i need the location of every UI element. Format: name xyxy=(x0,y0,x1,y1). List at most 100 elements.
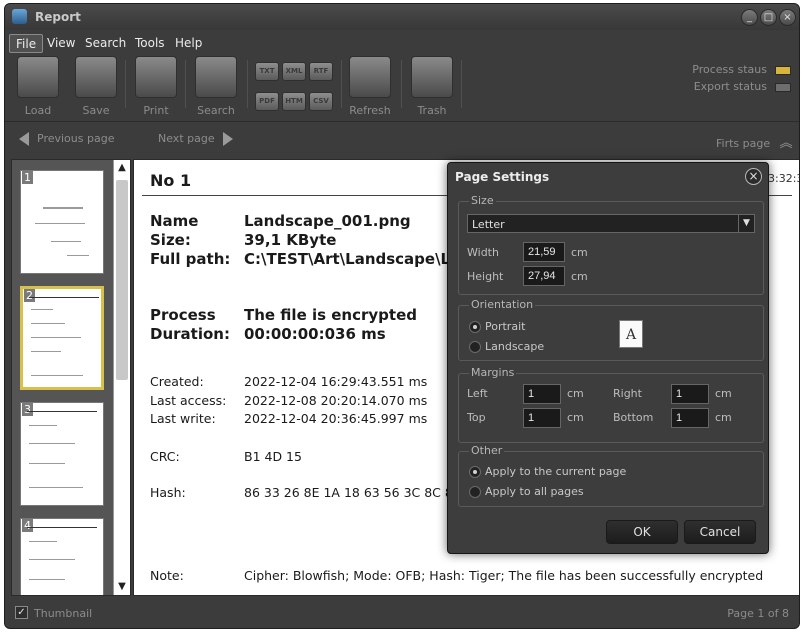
other-group: Other Apply to the current page Apply to… xyxy=(458,444,764,507)
scroll-up-icon[interactable]: ▲ xyxy=(114,160,130,176)
landscape-label[interactable]: Landscape xyxy=(485,340,544,353)
apply-current-page-radio[interactable] xyxy=(469,466,481,478)
dialog-title: Page Settings xyxy=(455,170,550,184)
report-header-time: 3:32:3 xyxy=(768,172,800,185)
thumbnail-number: 1 xyxy=(22,171,33,184)
menu-help[interactable]: Help xyxy=(169,34,208,53)
chevron-down-icon[interactable]: ▼ xyxy=(738,215,754,232)
thumbnail-checkbox[interactable]: ✓ xyxy=(15,606,28,619)
margins-legend: Margins xyxy=(469,366,517,379)
height-unit: cm xyxy=(571,270,588,283)
print-button[interactable]: Print xyxy=(133,56,179,118)
export-status-label: Export status xyxy=(693,80,767,93)
thumbnail-text-line xyxy=(29,487,83,488)
page-indicator: Page 1 of 8 xyxy=(727,607,789,620)
apply-current-page-label[interactable]: Apply to the current page xyxy=(485,465,626,478)
paper-size-select[interactable]: Letter ▼ xyxy=(467,214,755,233)
trash-button[interactable]: Trash xyxy=(409,56,455,118)
created-value: 2022-12-04 16:29:43.551 ms xyxy=(244,374,428,389)
hash-value: 86 33 26 8E 1A 18 63 56 3C 8C 82 xyxy=(244,485,461,500)
menu-tools[interactable]: Tools xyxy=(129,34,171,53)
arrow-right-icon xyxy=(222,132,233,146)
export-csv-button[interactable]: CSV xyxy=(309,92,333,111)
apply-all-pages-radio[interactable] xyxy=(469,486,481,498)
last-write-value: 2022-12-04 20:36:45.997 ms xyxy=(244,411,428,426)
previous-page-button[interactable]: Previous page xyxy=(19,132,114,146)
save-label: Save xyxy=(82,104,110,117)
thumbnail-page[interactable]: 3 xyxy=(20,402,104,506)
height-input[interactable] xyxy=(523,266,565,286)
created-label: Created: xyxy=(150,374,204,389)
menu-view[interactable]: View xyxy=(41,34,81,53)
margin-left-input[interactable] xyxy=(523,384,561,404)
thumbnail-page[interactable]: 4 xyxy=(20,518,104,595)
previous-page-label: Previous page xyxy=(37,132,115,145)
floppy-disk-icon xyxy=(75,56,117,98)
thumbnail-page[interactable]: 1 xyxy=(20,170,104,274)
apply-all-pages-label[interactable]: Apply to all pages xyxy=(485,485,584,498)
thumbnail-text-line xyxy=(35,223,85,224)
export-htm-button[interactable]: HTM xyxy=(282,92,306,111)
other-legend: Other xyxy=(469,444,505,457)
minimize-button[interactable]: _ xyxy=(741,9,758,26)
margin-top-unit: cm xyxy=(567,411,584,424)
menu-search[interactable]: Search xyxy=(79,34,132,53)
export-txt-button[interactable]: TXT xyxy=(255,62,279,81)
portrait-radio[interactable] xyxy=(469,321,481,333)
thumbnail-page-selected[interactable]: 2 xyxy=(20,286,104,390)
size-legend: Size xyxy=(469,194,496,207)
refresh-button[interactable]: Refresh xyxy=(347,56,393,118)
landscape-radio[interactable] xyxy=(469,341,481,353)
title-bar: Report _ □ × xyxy=(5,4,799,30)
toolbar-separator xyxy=(461,60,462,108)
folder-icon xyxy=(17,56,59,98)
thumbnail-scrollbar[interactable]: ▲ ▼ xyxy=(113,160,130,595)
thumbnail-panel: 1 2 3 4 ▲ ▼ xyxy=(11,159,131,596)
refresh-label: Refresh xyxy=(349,104,391,117)
thumbnail-number: 4 xyxy=(22,519,33,532)
paper-size-value: Letter xyxy=(472,218,505,231)
save-button[interactable]: Save xyxy=(73,56,119,118)
process-status: Process staus xyxy=(692,63,791,76)
arrow-left-icon xyxy=(19,132,29,146)
last-write-label: Last write: xyxy=(150,411,216,426)
margin-top-input[interactable] xyxy=(523,408,561,428)
load-button[interactable]: Load xyxy=(15,56,61,118)
toolbar-separator xyxy=(185,60,186,108)
toolbar: Load Save Print Search TXT XML RTF PDF H… xyxy=(5,54,799,122)
margin-right-input[interactable] xyxy=(671,384,709,404)
portrait-label[interactable]: Portrait xyxy=(485,320,525,333)
maximize-button[interactable]: □ xyxy=(760,9,777,26)
binoculars-icon xyxy=(195,56,237,98)
close-button[interactable]: × xyxy=(779,9,796,26)
search-button[interactable]: Search xyxy=(193,56,239,118)
dialog-close-button[interactable]: × xyxy=(745,168,762,185)
export-xml-button[interactable]: XML xyxy=(282,62,306,81)
export-rtf-button[interactable]: RTF xyxy=(309,62,333,81)
next-page-label: Next page xyxy=(158,132,215,145)
next-page-button[interactable]: Next page xyxy=(158,132,233,146)
thumbnail-number: 3 xyxy=(22,403,33,416)
page-settings-dialog: Page Settings × Size Letter ▼ Width cm H… xyxy=(447,162,769,554)
scroll-down-icon[interactable]: ▼ xyxy=(114,579,130,595)
duration-value: 00:00:00:036 ms xyxy=(244,325,386,343)
cancel-button[interactable]: Cancel xyxy=(684,520,756,544)
toolbar-separator xyxy=(401,60,402,108)
toolbar-separator xyxy=(247,60,248,108)
export-pdf-button[interactable]: PDF xyxy=(255,92,279,111)
thumbnail-text-line xyxy=(51,241,81,242)
margin-bottom-label: Bottom xyxy=(613,411,654,424)
note-label: Note: xyxy=(150,568,184,583)
ok-button[interactable]: OK xyxy=(606,520,678,544)
thumbnail-text-line xyxy=(43,207,83,209)
menu-file[interactable]: File xyxy=(9,34,44,53)
first-page-button[interactable]: Firts page ︽ xyxy=(716,132,793,151)
width-input[interactable] xyxy=(523,242,565,262)
margin-left-unit: cm xyxy=(567,387,584,400)
window-title: Report xyxy=(35,10,81,24)
scrollbar-thumb[interactable] xyxy=(116,180,128,380)
width-label: Width xyxy=(467,246,499,259)
margin-bottom-input[interactable] xyxy=(671,408,709,428)
search-label: Search xyxy=(197,104,235,117)
export-status-led xyxy=(775,82,791,92)
